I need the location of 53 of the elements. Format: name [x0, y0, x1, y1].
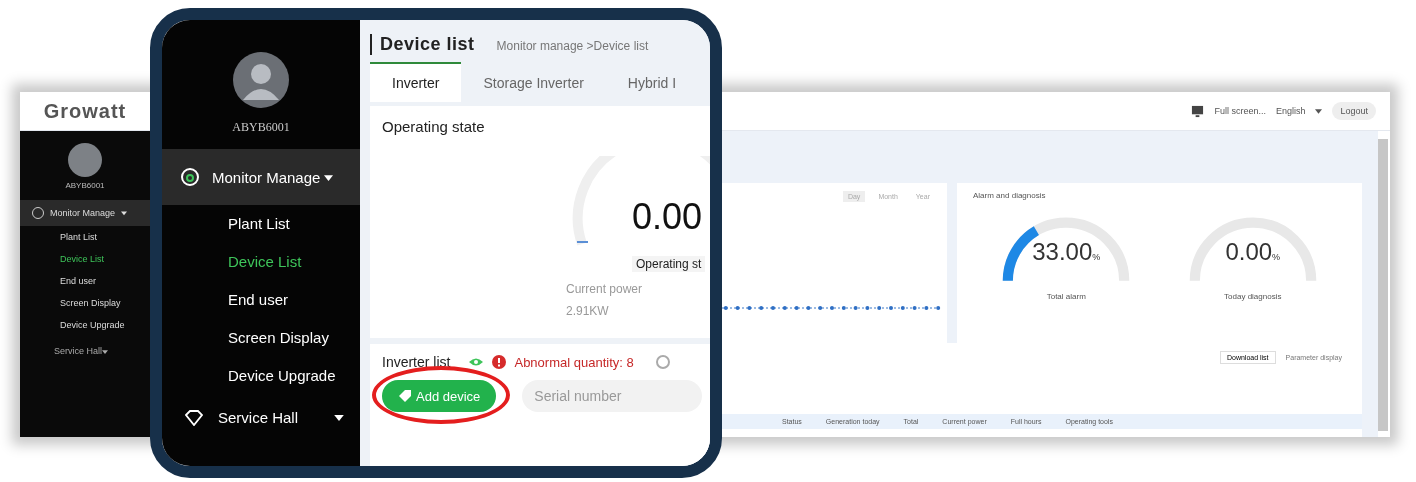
logo: Growatt	[42, 99, 128, 123]
avatar	[233, 52, 289, 108]
breadcrumb: Monitor manage >Device list	[496, 39, 649, 53]
menu-item[interactable]: Screen Display	[162, 319, 360, 357]
gauge-label: Today diagnosis	[1223, 292, 1283, 301]
menu-group[interactable]: Service Hall	[162, 395, 360, 426]
power-value: 2.91KW	[566, 304, 609, 318]
gauge-label: Operating st	[632, 256, 706, 272]
monitor-icon[interactable]	[1191, 104, 1205, 118]
clock-icon	[655, 355, 670, 369]
tag-icon	[398, 389, 412, 403]
menu-item[interactable]: End user	[162, 281, 360, 319]
menu-item[interactable]: Plant List	[20, 226, 150, 248]
search-field[interactable]: Serial number	[522, 380, 703, 412]
card-title: Operating state	[382, 118, 485, 135]
caret-icon	[102, 350, 108, 354]
gauge-value: 0.00	[632, 196, 703, 238]
menu-item[interactable]: Device Upgrade	[20, 314, 150, 336]
logout-button[interactable]: Logout	[1332, 102, 1376, 120]
scrollbar[interactable]	[1378, 139, 1388, 431]
gauge-value: 33.00%	[1031, 238, 1102, 266]
username: ABYB6001	[231, 120, 291, 135]
menu-item[interactable]: Screen Display	[20, 292, 150, 314]
tab[interactable]: Storage Inverter	[461, 62, 606, 102]
avatar	[68, 143, 102, 177]
caret-icon	[324, 172, 334, 182]
caret-icon	[334, 414, 344, 421]
fullscreen-link[interactable]: Full screen...	[1214, 106, 1266, 116]
caret-icon	[121, 210, 128, 216]
menu-group[interactable]: Service Hall	[20, 336, 150, 356]
card-title: Alarm and diagnosis	[973, 191, 1047, 200]
gauge-label: Total alarm	[1045, 292, 1087, 301]
menu-item[interactable]: Device List	[162, 243, 360, 281]
eye-icon[interactable]	[468, 357, 485, 367]
abnormal-count: Abnormal quantity: 8	[514, 354, 634, 370]
alert-icon	[492, 355, 507, 369]
tab[interactable]: Inverter	[370, 62, 462, 102]
menu-item[interactable]: Plant List	[162, 205, 360, 243]
language-dropdown[interactable]: English	[1275, 106, 1306, 116]
menu-item[interactable]: Device Upgrade	[162, 357, 360, 395]
gauge-value: 0.00%	[1224, 238, 1282, 266]
power-label: Current power	[566, 282, 643, 296]
section-title: Inverter list	[382, 354, 451, 370]
menu-item[interactable]: End user	[20, 270, 150, 292]
tab[interactable]: Hybrid I	[605, 62, 699, 102]
username: ABYB6001	[64, 181, 106, 190]
menu-group[interactable]: Monitor Manage	[162, 149, 360, 205]
caret-icon	[1315, 108, 1323, 114]
menu-item[interactable]: Device List	[20, 248, 150, 270]
power-icon	[180, 167, 200, 187]
page-title: Device list	[370, 34, 475, 55]
diamond-icon	[184, 409, 204, 426]
menu-group[interactable]: Monitor Manage	[20, 200, 150, 226]
